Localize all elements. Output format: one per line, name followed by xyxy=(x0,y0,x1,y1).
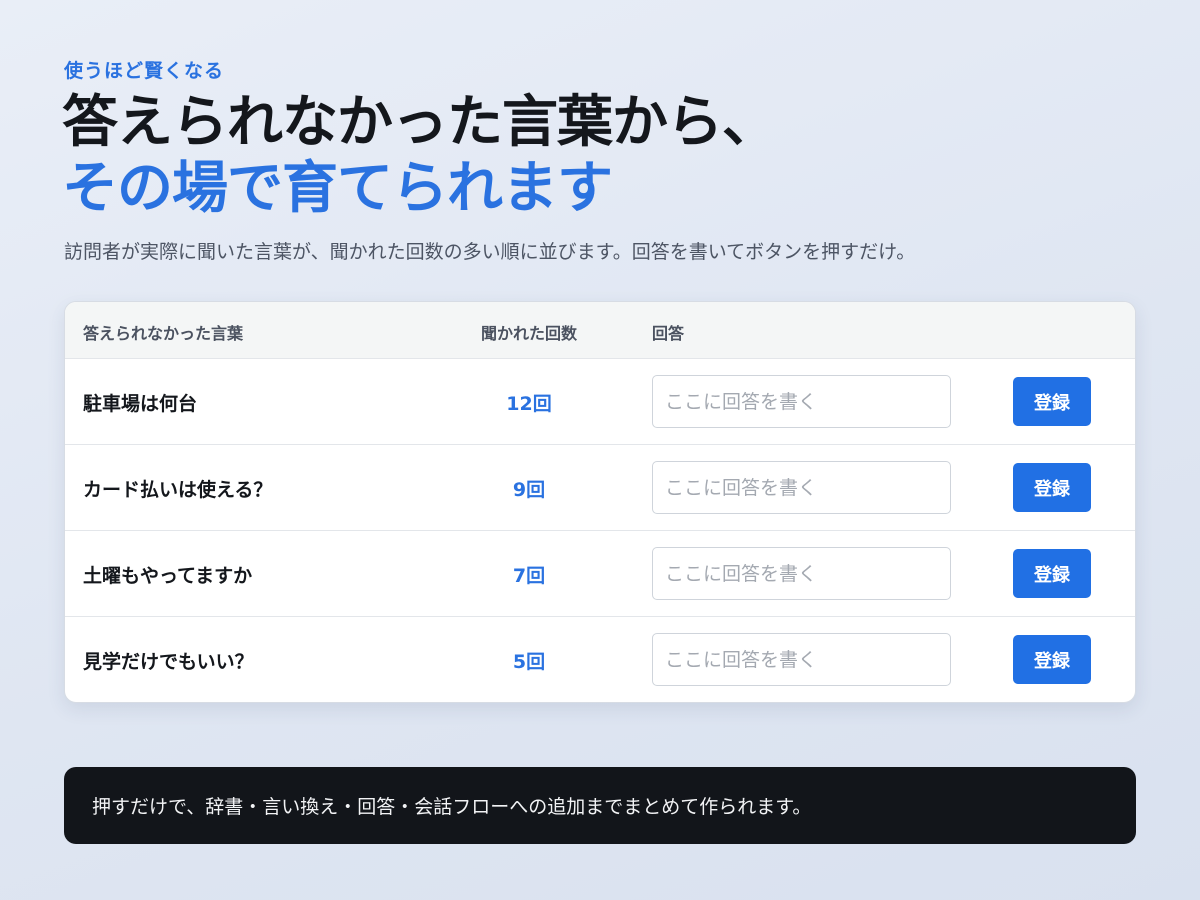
register-button[interactable]: 登録 xyxy=(1013,635,1091,684)
header-answer: 回答 xyxy=(652,324,685,343)
table-row: 土曜もやってますか 7回 登録 xyxy=(65,531,1135,617)
title-line-1: 答えられなかった言葉から、 xyxy=(62,90,778,155)
table-row: カード払いは使える？ 9回 登録 xyxy=(65,445,1135,531)
answer-input[interactable] xyxy=(652,633,951,686)
answer-input[interactable] xyxy=(652,375,951,428)
register-button[interactable]: 登録 xyxy=(1013,463,1091,512)
footer-banner: 押すだけで、辞書・言い換え・回答・会話フローへの追加までまとめて作られます。 xyxy=(64,767,1136,844)
register-button[interactable]: 登録 xyxy=(1013,549,1091,598)
header-count: 聞かれた回数 xyxy=(480,324,577,343)
unanswered-word: 土曜もやってますか xyxy=(83,565,253,587)
ask-count: 7回 xyxy=(512,565,546,587)
table-row: 見学だけでもいい？ 5回 登録 xyxy=(65,617,1135,702)
answer-input[interactable] xyxy=(652,461,951,514)
unanswered-words-table: 答えられなかった言葉 聞かれた回数 回答 駐車場は何台 12回 登録 カード払い… xyxy=(64,301,1136,703)
answer-input[interactable] xyxy=(652,547,951,600)
unanswered-word: 駐車場は何台 xyxy=(83,393,198,415)
title-line-2: その場で育てられます xyxy=(62,156,613,221)
ask-count: 9回 xyxy=(512,479,546,501)
header-word: 答えられなかった言葉 xyxy=(83,324,244,343)
table-row: 駐車場は何台 12回 登録 xyxy=(65,359,1135,445)
unanswered-word: 見学だけでもいい？ xyxy=(83,651,254,673)
lead-text: 訪問者が実際に聞いた言葉が、聞かれた回数の多い順に並びます。回答を書いてボタンを… xyxy=(64,241,916,263)
page-title: 答えられなかった言葉から、 その場で育てられます xyxy=(62,90,778,222)
unanswered-word: カード払いは使える？ xyxy=(83,479,273,501)
table-header: 答えられなかった言葉 聞かれた回数 回答 xyxy=(65,302,1135,359)
register-button[interactable]: 登録 xyxy=(1013,377,1091,426)
ask-count: 12回 xyxy=(506,393,552,415)
ask-count: 5回 xyxy=(512,651,546,673)
eyebrow-label: 使うほど賢くなる xyxy=(64,60,225,82)
